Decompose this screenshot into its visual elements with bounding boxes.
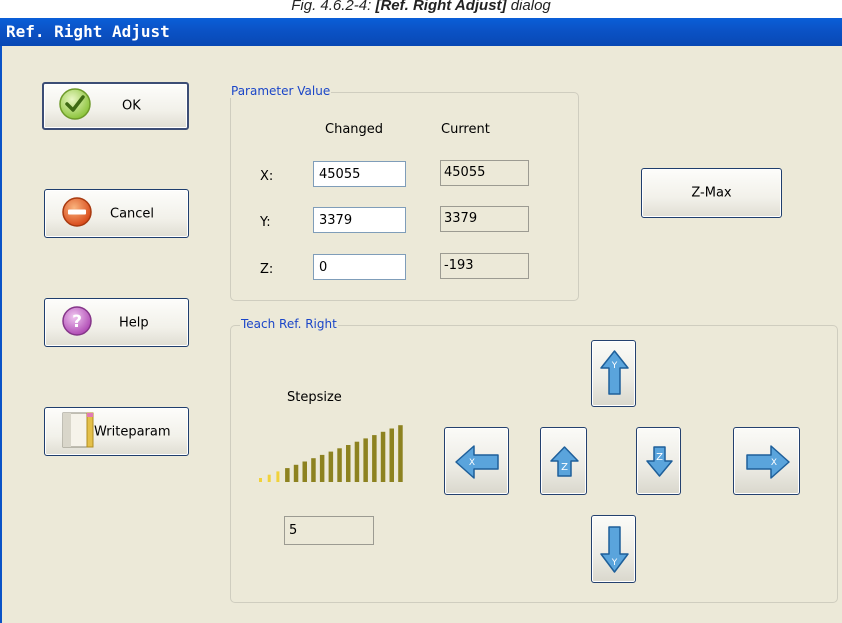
arrow-right-icon: X <box>746 445 790 479</box>
y-changed-input[interactable]: 3379 <box>313 207 406 233</box>
stepsize-bar <box>337 448 342 482</box>
stepsize-bar <box>354 441 360 482</box>
move-z-up-button[interactable]: Z <box>540 427 587 495</box>
stepsize-bar <box>293 464 299 482</box>
caption-bold: [Ref. Right Adjust] <box>375 0 507 14</box>
stepsize-bar <box>285 468 290 482</box>
caption-suffix: dialog <box>506 0 551 14</box>
stepsize-bar <box>380 431 386 482</box>
svg-text:?: ? <box>72 312 82 332</box>
stepsize-bar <box>328 451 334 482</box>
stepsize-value: 5 <box>284 516 374 545</box>
cancel-button[interactable]: Cancel <box>44 189 189 238</box>
ok-label: OK <box>122 98 141 114</box>
z-current-value: -193 <box>440 253 529 279</box>
stepsize-bar <box>372 435 377 482</box>
window-title-bar[interactable]: Ref. Right Adjust <box>0 18 842 46</box>
x-current-value: 45055 <box>440 160 529 186</box>
stepsize-bar <box>346 445 351 482</box>
y-current-value: 3379 <box>440 206 529 232</box>
arrow-up-icon: Y <box>600 350 629 395</box>
arrow-down-icon: Y <box>600 526 629 573</box>
window-title: Ref. Right Adjust <box>6 22 170 41</box>
z-changed-input[interactable]: 0 <box>313 254 406 280</box>
x-label: X: <box>260 169 274 184</box>
stepsize-bar <box>363 438 368 482</box>
z-max-label: Z-Max <box>691 185 732 201</box>
help-icon: ? <box>61 305 93 341</box>
help-label: Help <box>119 315 149 330</box>
ok-button[interactable]: OK <box>42 82 189 130</box>
move-x-plus-button[interactable]: X <box>733 427 800 495</box>
svg-text:Z: Z <box>656 452 663 463</box>
stepsize-bar <box>311 458 316 482</box>
parameter-value-legend: Parameter Value <box>230 84 332 98</box>
stepsize-bar <box>389 428 394 482</box>
column-header-changed: Changed <box>325 122 384 137</box>
x-changed-input[interactable]: 45055 <box>313 161 406 187</box>
stepsize-bar <box>259 478 262 482</box>
column-header-current: Current <box>441 122 490 137</box>
move-x-minus-button[interactable]: X <box>444 427 509 495</box>
svg-text:X: X <box>771 458 777 468</box>
svg-text:Y: Y <box>611 361 618 371</box>
writeparam-button[interactable]: Writeparam <box>44 407 189 456</box>
stepsize-bar <box>276 471 280 482</box>
arrow-z-down-icon: Z <box>646 446 673 477</box>
stepsize-bar <box>302 461 307 482</box>
cancel-label: Cancel <box>110 206 155 221</box>
z-label: Z: <box>260 262 274 277</box>
z-max-button[interactable]: Z-Max <box>641 168 782 218</box>
document-icon <box>61 410 95 454</box>
move-y-plus-button[interactable]: Y <box>591 340 636 407</box>
svg-text:X: X <box>469 458 475 468</box>
figure-caption: Fig. 4.6.2-4: [Ref. Right Adjust] dialog <box>0 0 842 18</box>
stepsize-bars-graphic <box>259 425 403 482</box>
y-label: Y: <box>260 215 271 230</box>
window-left-border <box>0 46 2 623</box>
writeparam-label: Writeparam <box>94 424 171 439</box>
checkmark-icon <box>58 87 92 125</box>
arrow-z-up-icon: Z <box>550 446 579 477</box>
move-z-down-button[interactable]: Z <box>636 427 681 495</box>
stepsize-label: Stepsize <box>287 390 342 405</box>
stepsize-bar <box>267 474 271 482</box>
cancel-icon <box>61 196 93 232</box>
caption-prefix: Fig. 4.6.2-4: <box>291 0 376 14</box>
svg-text:Y: Y <box>611 558 618 568</box>
stepsize-bar <box>319 454 325 482</box>
svg-text:Z: Z <box>561 462 568 473</box>
teach-ref-right-legend: Teach Ref. Right <box>240 317 338 331</box>
arrow-left-icon: X <box>455 445 499 479</box>
help-button[interactable]: ? Help <box>44 298 189 347</box>
move-y-minus-button[interactable]: Y <box>591 515 636 583</box>
stepsize-bar <box>398 425 403 482</box>
